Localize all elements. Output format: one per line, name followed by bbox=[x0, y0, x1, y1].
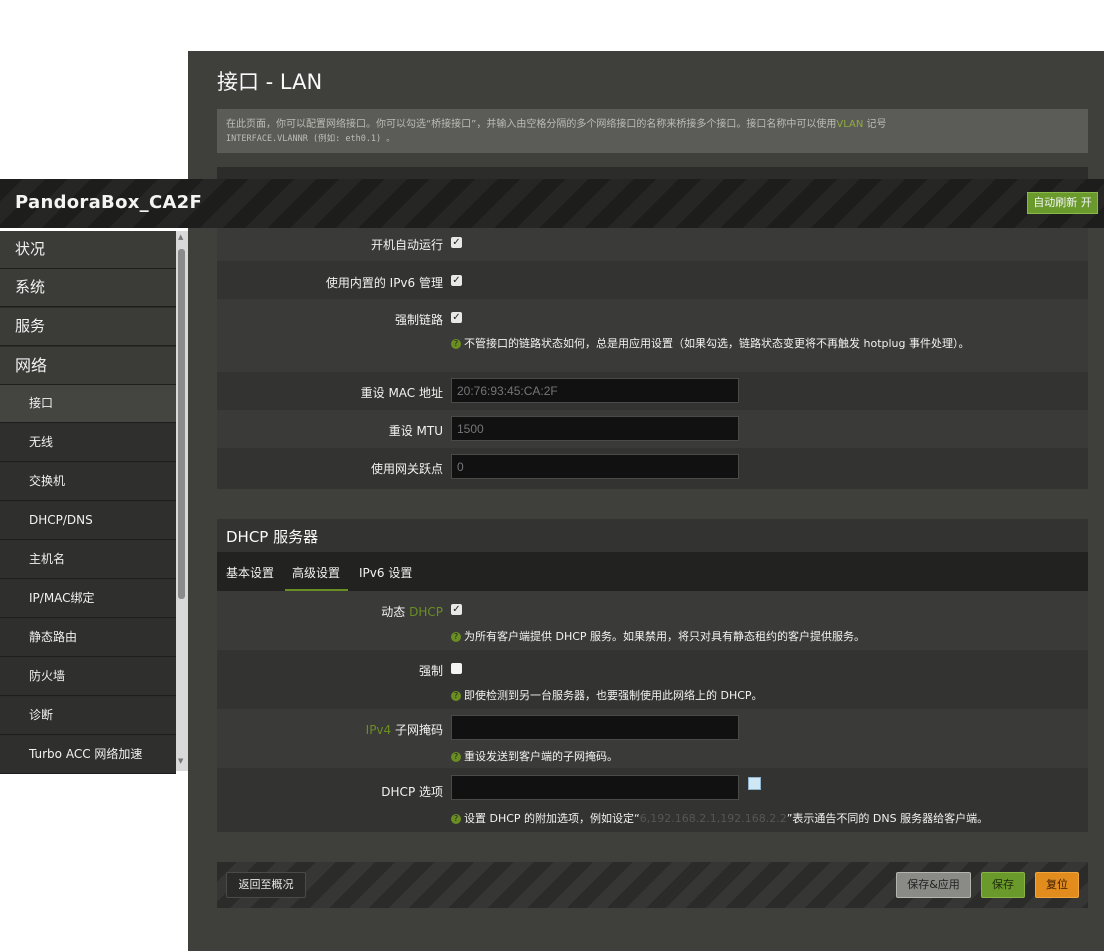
description-line2: INTERFACE.VLANNR (例如: eth0.1) 。 bbox=[226, 134, 395, 144]
force-dhcp-label: 强制 bbox=[418, 664, 443, 678]
netmask-row: IPv4 子网掩码 ? 重设发送到客户端的子网掩码。 bbox=[217, 709, 1088, 768]
dhcp-options-hint-a: 设置 DHCP 的附加选项，例如设定“ bbox=[464, 812, 640, 825]
action-bar: 返回至概况 保存&应用 保存 复位 bbox=[217, 862, 1088, 908]
dynamic-dhcp-label-text: 动态 bbox=[381, 605, 410, 619]
netmask-hint: ? 重设发送到客户端的子网掩码。 bbox=[451, 748, 618, 764]
dhcp-options-hint-example: 6,192.168.2.1,192.168.2.2 bbox=[639, 812, 787, 825]
dynamic-dhcp-label-accent: DHCP bbox=[409, 605, 443, 619]
force-link-hint: ? 不管接口的链路状态如何，总是用应用设置（如果勾选，链路状态变更将不再触发 ho… bbox=[451, 335, 970, 351]
dynamic-dhcp-checkbox[interactable]: ✓ bbox=[451, 604, 462, 615]
dhcp-options-label: DHCP 选项 bbox=[381, 785, 443, 799]
description-text-end: 记号 bbox=[866, 119, 887, 130]
sidebar-item-firewall[interactable]: 防火墙 bbox=[0, 658, 176, 696]
dhcp-section-title: DHCP 服务器 bbox=[226, 528, 319, 546]
force-dhcp-hint-text: 即使检测到另一台服务器，也要强制使用此网络上的 DHCP。 bbox=[464, 689, 763, 702]
tab-ipv6[interactable]: IPv6 设置 bbox=[359, 564, 412, 581]
dynamic-dhcp-hint-text: 为所有客户端提供 DHCP 服务。如果禁用，将只对具有静态租约的客户提供服务。 bbox=[464, 630, 866, 643]
force-link-row: 强制链路 ✓ ? 不管接口的链路状态如何，总是用应用设置（如果勾选，链路状态变更将… bbox=[217, 299, 1088, 372]
sidebar-item-dhcp-dns[interactable]: DHCP/DNS bbox=[0, 502, 176, 540]
dhcp-options-row: DHCP 选项 ? 设置 DHCP 的附加选项，例如设定“6,192.168.2.… bbox=[217, 768, 1088, 832]
force-link-hint-text: 不管接口的链路状态如何，总是用应用设置（如果勾选，链路状态变更将不再触发 hot… bbox=[464, 337, 970, 350]
sidebar-scrollbar[interactable]: ▲ ▼ bbox=[176, 231, 188, 771]
autostart-row: 开机自动运行 ✓ bbox=[217, 224, 1088, 261]
sidebar-item-interfaces[interactable]: 接口 bbox=[0, 385, 176, 423]
sidebar-item-wireless[interactable]: 无线 bbox=[0, 424, 176, 462]
sidebar-item-network[interactable]: 网络 bbox=[0, 347, 176, 385]
mtu-input[interactable] bbox=[451, 416, 739, 441]
help-icon: ? bbox=[451, 339, 461, 349]
page-description: 在此页面，你可以配置网络接口。你可以勾选“桥接接口”，并输入由空格分隔的多个网络… bbox=[217, 109, 1088, 153]
sidebar-item-ip-mac-binding[interactable]: IP/MAC绑定 bbox=[0, 580, 176, 618]
mac-label: 重设 MAC 地址 bbox=[360, 386, 443, 400]
force-dhcp-row: 强制 ? 即使检测到另一台服务器，也要强制使用此网络上的 DHCP。 bbox=[217, 650, 1088, 709]
autostart-label: 开机自动运行 bbox=[370, 238, 443, 252]
top-header-bar: PandoraBox_CA2F 自动刷新 开 bbox=[0, 179, 1104, 228]
netmask-label-accent: IPv4 bbox=[365, 723, 395, 737]
mac-row: 重设 MAC 地址 bbox=[217, 372, 1088, 410]
back-to-overview-button[interactable]: 返回至概况 bbox=[226, 872, 306, 898]
help-icon: ? bbox=[451, 632, 461, 642]
dynamic-dhcp-row: 动态 DHCP ✓ ? 为所有客户端提供 DHCP 服务。如果禁用，将只对具有静态… bbox=[217, 591, 1088, 650]
force-link-checkbox[interactable]: ✓ bbox=[451, 312, 462, 323]
metric-input[interactable] bbox=[451, 454, 739, 479]
section-header bbox=[217, 167, 1088, 175]
netmask-label: IPv4 子网掩码 bbox=[366, 721, 443, 738]
sidebar-item-turbo-acc[interactable]: Turbo ACC 网络加速 bbox=[0, 736, 176, 774]
netmask-hint-text: 重设发送到客户端的子网掩码。 bbox=[464, 750, 618, 763]
sidebar-item-status[interactable]: 状况 bbox=[0, 231, 176, 269]
mtu-label: 重设 MTU bbox=[388, 424, 443, 438]
scroll-thumb[interactable] bbox=[178, 249, 185, 599]
mtu-row: 重设 MTU bbox=[217, 410, 1088, 448]
ipv6-checkbox[interactable]: ✓ bbox=[451, 275, 462, 286]
add-option-icon[interactable] bbox=[748, 777, 761, 790]
force-dhcp-hint: ? 即使检测到另一台服务器，也要强制使用此网络上的 DHCP。 bbox=[451, 687, 763, 703]
sidebar-item-services[interactable]: 服务 bbox=[0, 308, 176, 346]
force-dhcp-checkbox[interactable] bbox=[451, 663, 462, 674]
save-apply-button[interactable]: 保存&应用 bbox=[896, 872, 971, 898]
force-link-label: 强制链路 bbox=[394, 313, 443, 327]
ipv6-row: 使用内置的 IPv6 管理 ✓ bbox=[217, 261, 1088, 299]
dhcp-options-hint-c: ”表示通告不同的 DNS 服务器给客户端。 bbox=[786, 812, 989, 825]
auto-refresh-button[interactable]: 自动刷新 开 bbox=[1027, 192, 1098, 214]
dynamic-dhcp-label: 动态 DHCP bbox=[381, 603, 443, 620]
description-vlan: VLAN bbox=[836, 119, 864, 130]
metric-row: 使用网关跃点 bbox=[217, 448, 1088, 489]
help-icon: ? bbox=[451, 752, 461, 762]
dhcp-options-hint: ? 设置 DHCP 的附加选项，例如设定“6,192.168.2.1,192.16… bbox=[451, 810, 988, 826]
help-icon: ? bbox=[451, 814, 461, 824]
ipv6-label: 使用内置的 IPv6 管理 bbox=[325, 276, 443, 290]
mac-input[interactable] bbox=[451, 378, 739, 403]
dhcp-server-section: DHCP 服务器 基本设置 高级设置 IPv6 设置 动态 DHCP ✓ ? 为所… bbox=[217, 519, 1088, 832]
help-icon: ? bbox=[451, 691, 461, 701]
brand-title[interactable]: PandoraBox_CA2F bbox=[15, 192, 202, 213]
autostart-checkbox[interactable]: ✓ bbox=[451, 237, 462, 248]
sidebar-item-static-routes[interactable]: 静态路由 bbox=[0, 619, 176, 657]
reset-button[interactable]: 复位 bbox=[1035, 872, 1079, 898]
sidebar-nav: 状况 系统 服务 网络 接口 无线 交换机 DHCP/DNS 主机名 IP/MA… bbox=[0, 231, 188, 774]
dhcp-options-input[interactable] bbox=[451, 775, 739, 800]
sidebar-item-hostnames[interactable]: 主机名 bbox=[0, 541, 176, 579]
sidebar-item-system[interactable]: 系统 bbox=[0, 269, 176, 307]
netmask-input[interactable] bbox=[451, 715, 739, 740]
sidebar-item-diagnostics[interactable]: 诊断 bbox=[0, 697, 176, 735]
dynamic-dhcp-hint: ? 为所有客户端提供 DHCP 服务。如果禁用，将只对具有静态租约的客户提供服务。 bbox=[451, 628, 865, 644]
description-text: 在此页面，你可以配置网络接口。你可以勾选“桥接接口”，并输入由空格分隔的多个网络… bbox=[226, 119, 837, 130]
tab-basic[interactable]: 基本设置 bbox=[226, 564, 274, 581]
save-button[interactable]: 保存 bbox=[981, 872, 1025, 898]
metric-label: 使用网关跃点 bbox=[370, 462, 443, 476]
scroll-down-icon[interactable]: ▼ bbox=[178, 757, 183, 765]
page-title: 接口 - LAN bbox=[217, 70, 323, 94]
netmask-label-text: 子网掩码 bbox=[394, 723, 443, 737]
dhcp-tabs: 基本设置 高级设置 IPv6 设置 bbox=[217, 552, 1088, 591]
sidebar-item-switch[interactable]: 交换机 bbox=[0, 463, 176, 501]
scroll-up-icon[interactable]: ▲ bbox=[178, 233, 183, 241]
tab-advanced[interactable]: 高级设置 bbox=[292, 564, 340, 581]
